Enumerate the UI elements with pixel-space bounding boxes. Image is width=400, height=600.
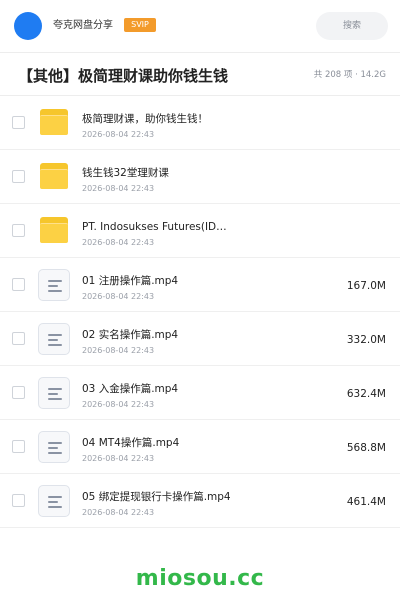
item-name: 01 注册操作篇.mp4	[82, 275, 179, 287]
item-date: 2026-08-04 22:43	[82, 346, 155, 355]
avatar[interactable]	[14, 12, 42, 40]
item-size: 167.0M	[346, 280, 386, 292]
item-size: 332.0M	[346, 334, 386, 346]
item-name: 03 入金操作篇.mp4	[82, 383, 179, 395]
item-date: 2026-08-04 22:43	[82, 454, 155, 463]
item-name: PT. Indosukses Futures(ID…	[82, 221, 227, 233]
item-date: 2026-08-04 22:43	[82, 130, 155, 139]
folder-summary: 共 208 项 · 14.2G	[313, 70, 386, 80]
item-date: 2026-08-04 22:43	[82, 184, 155, 193]
video-file-icon	[38, 431, 70, 463]
video-file-icon	[38, 485, 70, 517]
search-button[interactable]: 搜索	[316, 12, 388, 40]
item-date: 2026-08-04 22:43	[82, 508, 155, 517]
item-checkbox[interactable]	[12, 278, 25, 291]
item-name: 钱生钱32堂理财课	[82, 167, 169, 179]
watermark: miosou.cc	[135, 566, 265, 591]
item-date: 2026-08-04 22:43	[82, 292, 155, 301]
svip-badge: SVIP	[124, 18, 156, 32]
item-date: 2026-08-04 22:43	[82, 400, 155, 409]
item-name: 04 MT4操作篇.mp4	[82, 437, 180, 449]
item-name: 极简理财课，助你钱生钱！	[82, 113, 208, 125]
list-item[interactable]: 04 MT4操作篇.mp4 2026-08-04 22:43 568.8M	[0, 420, 400, 474]
folder-icon	[38, 107, 70, 139]
list-item[interactable]: 极简理财课，助你钱生钱！ 2026-08-04 22:43	[0, 96, 400, 150]
item-checkbox[interactable]	[12, 170, 25, 183]
item-size: 632.4M	[346, 388, 386, 400]
item-date: 2026-08-04 22:43	[82, 238, 155, 247]
item-name: 02 实名操作篇.mp4	[82, 329, 179, 341]
item-checkbox[interactable]	[12, 224, 25, 237]
item-checkbox[interactable]	[12, 386, 25, 399]
top-bar: 夸克网盘分享 SVIP 搜索	[0, 0, 400, 52]
list-item[interactable]: 01 注册操作篇.mp4 2026-08-04 22:43 167.0M	[0, 258, 400, 312]
video-file-icon	[38, 269, 70, 301]
app-name: 夸克网盘分享	[53, 20, 113, 31]
list-item[interactable]: 钱生钱32堂理财课 2026-08-04 22:43	[0, 150, 400, 204]
item-name: 05 绑定提现银行卡操作篇.mp4	[82, 491, 231, 503]
folder-icon	[38, 161, 70, 193]
list-item[interactable]: 03 入金操作篇.mp4 2026-08-04 22:43 632.4M	[0, 366, 400, 420]
page-title: 【其他】极简理财课助你钱生钱	[18, 67, 229, 85]
video-file-icon	[38, 323, 70, 355]
header-divider	[0, 52, 400, 53]
list-item[interactable]: PT. Indosukses Futures(ID… 2026-08-04 22…	[0, 204, 400, 258]
video-file-icon	[38, 377, 70, 409]
list-item[interactable]: 02 实名操作篇.mp4 2026-08-04 22:43 332.0M	[0, 312, 400, 366]
item-checkbox[interactable]	[12, 440, 25, 453]
item-size: 461.4M	[346, 496, 386, 508]
folder-icon	[38, 215, 70, 247]
item-size: 568.8M	[346, 442, 386, 454]
item-checkbox[interactable]	[12, 116, 25, 129]
item-checkbox[interactable]	[12, 332, 25, 345]
list-item[interactable]: 05 绑定提现银行卡操作篇.mp4 2026-08-04 22:43 461.4…	[0, 474, 400, 528]
item-checkbox[interactable]	[12, 494, 25, 507]
file-list: 极简理财课，助你钱生钱！ 2026-08-04 22:43 钱生钱32堂理财课 …	[0, 96, 400, 528]
